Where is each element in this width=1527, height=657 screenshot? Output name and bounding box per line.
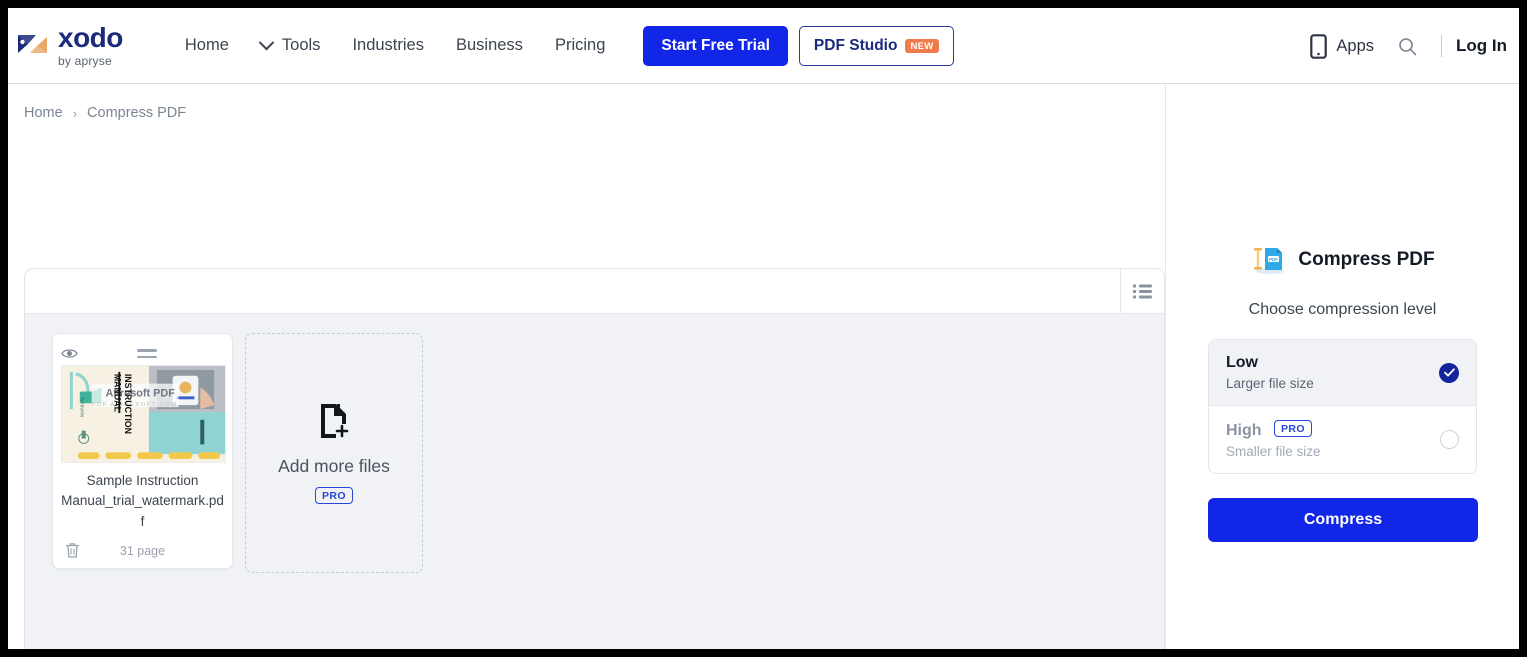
- logo-wordmark: xodo: [58, 22, 123, 53]
- workspace-toolbar: [25, 269, 1164, 314]
- panel-title: Compress PDF: [1298, 249, 1435, 270]
- compress-settings-panel: PDF Compress PDF Choose compression leve…: [1165, 84, 1519, 649]
- option-description: Smaller file size: [1226, 444, 1321, 459]
- pdf-studio-label: PDF Studio: [813, 36, 898, 54]
- app-window: xodo by apryse Home Tools Industries Bus…: [8, 8, 1519, 649]
- nav-item-pricing[interactable]: Pricing: [539, 28, 621, 63]
- svg-text:INSTRUCTION: INSTRUCTION: [123, 374, 133, 434]
- pdf-studio-button[interactable]: PDF Studio NEW: [798, 25, 954, 66]
- breadcrumb-current: Compress PDF: [87, 105, 187, 121]
- svg-text:PDF: PDF: [1269, 257, 1278, 262]
- mobile-phone-icon: [1310, 33, 1328, 59]
- file-page-count: 31 page: [119, 543, 166, 558]
- add-file-icon: [320, 404, 348, 438]
- list-view-icon: [1133, 284, 1152, 298]
- add-more-files-card[interactable]: Add more files PRO: [245, 333, 423, 573]
- pro-badge: PRO: [315, 487, 353, 504]
- chevron-down-icon: [258, 34, 275, 51]
- pro-badge: PRO: [1274, 420, 1312, 437]
- option-label: Low: [1226, 354, 1258, 371]
- list-view-toggle-button[interactable]: [1120, 269, 1164, 313]
- nav-item-business[interactable]: Business: [440, 28, 539, 63]
- file-card-toolbar: [61, 342, 224, 365]
- apps-label: Apps: [1336, 36, 1375, 55]
- breadcrumb-separator: ›: [72, 105, 78, 121]
- file-thumbnail: Afiresoft PDF PDF.AFIRESOFT.COM INSTRUCT…: [61, 365, 226, 463]
- add-more-files-label: Add more files: [278, 456, 390, 476]
- option-label-text: High: [1226, 422, 1262, 439]
- site-header: xodo by apryse Home Tools Industries Bus…: [8, 8, 1519, 84]
- svg-text:PDF.AFIRESOFT.COM: PDF.AFIRESOFT.COM: [92, 402, 178, 408]
- file-card-footer: 31 page: [61, 534, 224, 568]
- xodo-logo-icon: [18, 34, 47, 53]
- nav-label: Tools: [281, 36, 321, 54]
- thumbnail-preview-image: Afiresoft PDF PDF.AFIRESOFT.COM INSTRUCT…: [62, 366, 225, 462]
- nav-item-industries[interactable]: Industries: [336, 28, 440, 63]
- compression-option-high[interactable]: High PRO Smaller file size: [1209, 406, 1476, 473]
- panel-subtitle: Choose compression level: [1248, 301, 1437, 318]
- header-right-actions: Apps Log In: [1300, 8, 1511, 84]
- new-badge: NEW: [905, 38, 939, 53]
- search-button[interactable]: [1384, 31, 1431, 62]
- radio-selected-icon[interactable]: [1439, 362, 1459, 383]
- preview-file-button[interactable]: [61, 347, 78, 360]
- drag-handle-icon[interactable]: [137, 349, 157, 362]
- eye-icon: [61, 349, 78, 358]
- nav-label: Home: [184, 36, 229, 54]
- login-link[interactable]: Log In: [1452, 30, 1511, 62]
- xodo-logo[interactable]: xodo by apryse: [16, 24, 123, 67]
- start-free-trial-button[interactable]: Start Free Trial: [643, 25, 788, 66]
- radio-unselected-icon[interactable]: [1440, 430, 1459, 449]
- option-description: Larger file size: [1226, 376, 1314, 391]
- svg-text:MANUAL: MANUAL: [112, 374, 122, 413]
- delete-file-button[interactable]: [61, 542, 80, 559]
- apps-link[interactable]: Apps: [1300, 28, 1384, 65]
- file-grid: Afiresoft PDF PDF.AFIRESOFT.COM INSTRUCT…: [25, 314, 1164, 573]
- nav-label: Industries: [352, 36, 424, 54]
- check-icon: [1443, 368, 1455, 377]
- header-divider: [1441, 35, 1443, 57]
- option-label: High PRO: [1226, 420, 1440, 440]
- breadcrumb-home[interactable]: Home: [24, 105, 63, 121]
- trash-icon: [65, 543, 80, 558]
- panel-header: PDF Compress PDF: [1166, 245, 1519, 275]
- logo-tagline: by apryse: [58, 54, 112, 68]
- compression-option-low[interactable]: Low Larger file size: [1209, 340, 1476, 406]
- file-workspace: Afiresoft PDF PDF.AFIRESOFT.COM INSTRUCT…: [24, 268, 1165, 649]
- svg-text:MANUAL: MANUAL: [80, 396, 86, 417]
- nav-item-tools[interactable]: Tools: [245, 28, 337, 63]
- nav-label: Pricing: [554, 36, 606, 54]
- compress-pdf-icon: PDF: [1254, 248, 1285, 274]
- nav-label: Business: [455, 36, 523, 54]
- file-name: Sample Instruction Manual_trial_watermar…: [61, 473, 224, 529]
- search-icon: [1399, 37, 1417, 55]
- compression-level-options: Low Larger file size High PRO Smaller fi…: [1208, 339, 1477, 474]
- nav-item-home[interactable]: Home: [169, 28, 245, 63]
- main-nav: Home Tools Industries Business Pricing: [169, 28, 621, 63]
- file-card[interactable]: Afiresoft PDF PDF.AFIRESOFT.COM INSTRUCT…: [52, 333, 233, 569]
- compress-button[interactable]: Compress: [1208, 498, 1478, 542]
